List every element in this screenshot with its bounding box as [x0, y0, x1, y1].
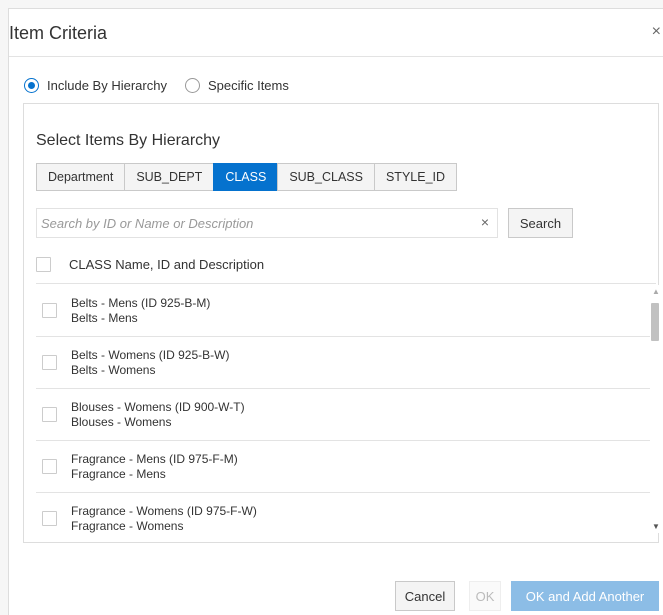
item-description: Belts - Mens: [71, 310, 138, 325]
item-text: Belts - Mens (ID 925-B-M) Belts - Mens: [71, 296, 210, 326]
list-item[interactable]: Fragrance - Mens (ID 975-F-M) Fragrance …: [36, 441, 650, 493]
dialog-header: Item Criteria ×: [9, 9, 663, 57]
radio-label: Specific Items: [207, 77, 289, 93]
tab-style-id[interactable]: STYLE_ID: [373, 163, 458, 191]
ok-and-add-another-button[interactable]: OK and Add Another: [511, 581, 659, 611]
scroll-thumb[interactable]: [651, 303, 659, 341]
tab-class[interactable]: CLASS: [213, 163, 279, 191]
search-field: ×: [36, 208, 498, 238]
item-checkbox[interactable]: [42, 407, 57, 422]
item-name-id: Fragrance - Womens (ID 975-F-W): [71, 503, 257, 518]
radio-specific-items[interactable]: Specific Items: [184, 77, 289, 93]
item-checkbox[interactable]: [42, 459, 57, 474]
clear-search-icon[interactable]: ×: [481, 214, 489, 230]
scroll-up-arrow-icon[interactable]: ▲: [652, 287, 660, 296]
radio-include-by-hierarchy[interactable]: Include By Hierarchy: [24, 77, 167, 93]
item-description: Fragrance - Womens: [71, 518, 184, 533]
radio-label: Include By Hierarchy: [47, 77, 167, 93]
hierarchy-tabs: Department SUB_DEPT CLASS SUB_CLASS STYL…: [36, 163, 458, 191]
hierarchy-panel: Select Items By Hierarchy Department SUB…: [23, 103, 660, 543]
mode-radio-group: Include By Hierarchy Specific Items: [24, 75, 307, 95]
item-checkbox[interactable]: [42, 303, 57, 318]
item-checkbox[interactable]: [42, 355, 57, 370]
dialog-title: Item Criteria: [9, 23, 108, 43]
search-input[interactable]: [37, 209, 467, 237]
item-description: Belts - Womens: [71, 362, 156, 377]
item-text: Fragrance - Mens (ID 975-F-M) Fragrance …: [71, 452, 238, 482]
item-name-id: Blouses - Womens (ID 900-W-T): [71, 399, 245, 414]
item-name-id: Belts - Womens (ID 925-B-W): [71, 347, 230, 362]
item-text: Fragrance - Womens (ID 975-F-W) Fragranc…: [71, 504, 257, 534]
item-criteria-dialog: Item Criteria × Include By Hierarchy Spe…: [8, 8, 663, 615]
radio-button-checked[interactable]: [24, 77, 39, 93]
item-text: Blouses - Womens (ID 900-W-T) Blouses - …: [71, 400, 245, 430]
item-text: Belts - Womens (ID 925-B-W) Belts - Wome…: [71, 348, 229, 378]
class-list: Belts - Mens (ID 925-B-M) Belts - Mens B…: [36, 285, 650, 533]
item-description: Fragrance - Mens: [71, 466, 166, 481]
dialog-footer: Cancel OK OK and Add Another: [9, 569, 663, 615]
item-description: Blouses - Womens: [71, 414, 172, 429]
select-all-checkbox[interactable]: [36, 257, 51, 272]
search-button[interactable]: Search: [508, 208, 573, 238]
list-item[interactable]: Belts - Womens (ID 925-B-W) Belts - Wome…: [36, 337, 650, 389]
radio-button[interactable]: [184, 77, 200, 93]
list-item[interactable]: Fragrance - Womens (ID 975-F-W) Fragranc…: [36, 493, 650, 533]
item-checkbox[interactable]: [42, 511, 57, 526]
cancel-button[interactable]: Cancel: [395, 581, 455, 611]
scroll-down-arrow-icon[interactable]: ▼: [652, 522, 660, 531]
ok-button[interactable]: OK: [469, 581, 501, 611]
item-name-id: Fragrance - Mens (ID 975-F-M): [71, 451, 238, 466]
list-item[interactable]: Belts - Mens (ID 925-B-M) Belts - Mens: [36, 285, 650, 337]
panel-title: Select Items By Hierarchy: [36, 132, 221, 149]
item-name-id: Belts - Mens (ID 925-B-M): [71, 295, 211, 310]
close-icon[interactable]: ×: [652, 23, 661, 41]
list-header-label: CLASS Name, ID and Description: [69, 257, 265, 272]
tab-sub-class[interactable]: SUB_CLASS: [277, 163, 375, 191]
tab-department[interactable]: Department: [36, 163, 126, 191]
list-scrollbar[interactable]: ▲ ▼: [650, 285, 660, 533]
list-item[interactable]: Blouses - Womens (ID 900-W-T) Blouses - …: [36, 389, 650, 441]
list-header: CLASS Name, ID and Description: [36, 246, 656, 284]
tab-sub-dept[interactable]: SUB_DEPT: [124, 163, 215, 191]
